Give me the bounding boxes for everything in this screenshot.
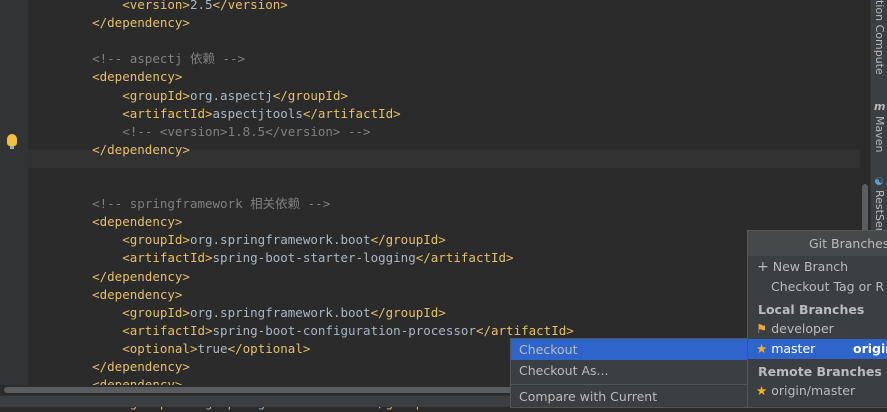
xml-tag: </groupId> bbox=[272, 87, 349, 103]
local-branches-header: Local Branches bbox=[758, 302, 865, 317]
code-line: <!-- springframework 相关依赖 --> bbox=[62, 195, 330, 213]
xml-tag: <groupId> bbox=[122, 304, 190, 320]
popup-title: Git Branches bbox=[748, 231, 887, 256]
xml-tag: </artifactId> bbox=[475, 322, 574, 338]
branch-item-origin-master[interactable]: ★ origin/master bbox=[748, 381, 887, 401]
xml-tag: </optional> bbox=[227, 340, 311, 356]
code-line: <!-- <version>1.8.5</version> --> bbox=[62, 123, 371, 141]
xml-tag: <artifactId> bbox=[122, 250, 213, 266]
new-branch-item[interactable]: + New Branch bbox=[748, 257, 887, 277]
xml-tag: <dependency> bbox=[92, 286, 183, 302]
xml-tag: </groupId> bbox=[370, 304, 446, 320]
tool-tab-restservices[interactable]: RestSer bbox=[873, 190, 886, 232]
maven-icon: m bbox=[874, 100, 886, 113]
code-line: <groupId>org.springframework.boot</group… bbox=[62, 304, 446, 322]
code-line: <version>2.5</version> bbox=[62, 0, 288, 14]
branch-item-developer[interactable]: ⚑ developer bbox=[748, 319, 887, 339]
branch-actions-submenu: Checkout Checkout As... Compare with Cur… bbox=[510, 338, 748, 408]
remote-branches-header: Remote Branches bbox=[758, 364, 882, 379]
code-line: </dependency> bbox=[62, 358, 190, 376]
xml-tag: <artifactId> bbox=[122, 322, 213, 338]
compare-with-current-item[interactable]: Compare with Current bbox=[511, 386, 747, 407]
tool-tab-compute[interactable]: tion Compute bbox=[873, 0, 886, 75]
code-line: <artifactId>spring-boot-configuration-pr… bbox=[62, 322, 574, 340]
tool-tab-maven[interactable]: Maven bbox=[873, 116, 886, 152]
xml-text: 2.5 bbox=[189, 0, 213, 12]
new-branch-label: New Branch bbox=[772, 259, 849, 274]
xml-text: spring-boot-configuration-processor bbox=[212, 322, 476, 338]
xml-tag: </dependency> bbox=[92, 141, 190, 157]
xml-tag: </artifactId> bbox=[302, 105, 401, 121]
xml-text: org.springframework.boot bbox=[189, 232, 371, 248]
restservices-icon: ☯ bbox=[874, 175, 884, 188]
xml-text: org.springframework.boot bbox=[189, 304, 371, 320]
xml-text: aspectjtools bbox=[212, 105, 303, 121]
checkout-as-item[interactable]: Checkout As... bbox=[511, 360, 747, 381]
star-icon: ★ bbox=[756, 383, 768, 398]
xml-tag: <dependency> bbox=[92, 214, 183, 230]
code-line: <artifactId>spring-boot-starter-logging<… bbox=[62, 249, 514, 267]
code-line: </dependency> bbox=[62, 141, 190, 159]
xml-tag: <groupId> bbox=[122, 232, 190, 248]
xml-tag: <version> bbox=[122, 0, 190, 12]
code-line: <optional>true</optional> bbox=[62, 340, 310, 358]
star-icon: ★ bbox=[756, 341, 768, 356]
vertical-scrollbar-thumb[interactable] bbox=[862, 184, 868, 232]
lightbulb-icon[interactable] bbox=[7, 134, 17, 149]
xml-text: spring-boot-starter-logging bbox=[212, 250, 416, 266]
checkout-tag-item[interactable]: Checkout Tag or R bbox=[748, 277, 887, 297]
code-line: <artifactId>aspectjtools</artifactId> bbox=[62, 105, 401, 123]
xml-tag: <artifactId> bbox=[122, 105, 213, 121]
checkout-item[interactable]: Checkout bbox=[511, 339, 747, 360]
xml-tag: </artifactId> bbox=[415, 250, 514, 266]
code-line: <dependency> bbox=[62, 68, 182, 86]
xml-tag: </dependency> bbox=[92, 359, 190, 374]
code-line: </dependency> bbox=[62, 14, 190, 32]
editor-gutter bbox=[0, 0, 28, 406]
branch-name: developer bbox=[771, 321, 834, 336]
xml-tag: </dependency> bbox=[92, 15, 190, 31]
xml-tag: </groupId> bbox=[370, 232, 446, 248]
xml-text: true bbox=[197, 340, 228, 356]
xml-tag: <dependency> bbox=[92, 69, 183, 85]
git-branches-popup: Git Branches + New Branch Checkout Tag o… bbox=[747, 230, 887, 408]
code-line: <groupId>org.springframework.boot</group… bbox=[62, 231, 446, 249]
code-line: <!-- aspectj 依赖 --> bbox=[62, 50, 245, 68]
menu-separator bbox=[511, 384, 747, 385]
xml-comment: <!-- aspectj 依赖 --> bbox=[92, 51, 246, 67]
code-line: </dependency> bbox=[62, 268, 190, 286]
xml-comment: <!-- springframework 相关依赖 --> bbox=[92, 196, 331, 212]
branch-name: master bbox=[771, 341, 816, 356]
code-line: <dependency> bbox=[62, 286, 182, 304]
horizontal-scrollbar-thumb[interactable] bbox=[4, 387, 564, 393]
branch-name: origin/master bbox=[771, 383, 856, 398]
tag-icon: ⚑ bbox=[756, 321, 768, 336]
code-line: <groupId>org.aspectj</groupId> bbox=[62, 87, 348, 105]
xml-tag: <groupId> bbox=[122, 87, 190, 103]
xml-tag: </version> bbox=[212, 0, 288, 12]
xml-comment: <!-- <version>1.8.5</version> --> bbox=[122, 123, 371, 139]
xml-tag: <optional> bbox=[122, 340, 198, 356]
code-line: <dependency> bbox=[62, 213, 182, 231]
xml-text: org.aspectj bbox=[189, 87, 273, 103]
plus-icon: + bbox=[757, 259, 769, 275]
xml-tag: </dependency> bbox=[92, 268, 190, 284]
branch-item-master[interactable]: ★ master origin bbox=[748, 339, 887, 359]
tracking-branch: origin bbox=[853, 341, 887, 356]
